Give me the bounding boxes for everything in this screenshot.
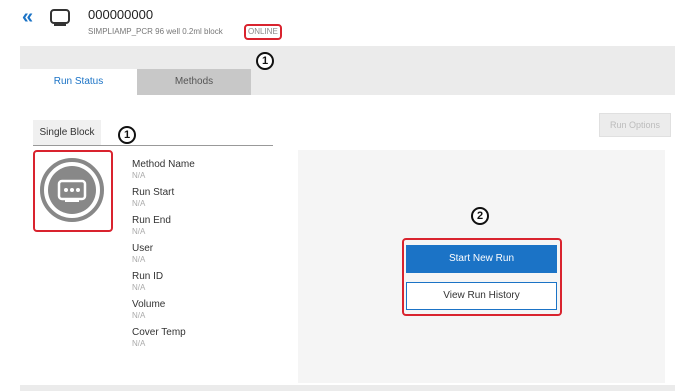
tab-bar: Run Status Methods xyxy=(20,69,675,95)
block-status-box[interactable] xyxy=(33,150,113,232)
info-value: N/A xyxy=(132,199,146,208)
info-label: Run Start xyxy=(132,187,175,198)
info-value: N/A xyxy=(132,255,146,264)
view-run-history-button[interactable]: View Run History xyxy=(406,282,557,310)
app-header: « 000000000 SIMPLIAMP_PCR 96 well 0.2ml … xyxy=(0,0,675,46)
callout-marker: 1 xyxy=(256,52,274,70)
device-name: 000000000 xyxy=(88,7,154,22)
info-label: Run ID xyxy=(132,271,164,282)
run-info-cover-temp: Cover Temp N/A xyxy=(132,327,282,349)
start-new-run-button[interactable]: Start New Run xyxy=(406,245,557,273)
thermal-block-icon xyxy=(40,158,104,222)
run-info-id: Run ID N/A xyxy=(132,271,282,293)
info-value: N/A xyxy=(132,283,146,292)
tab-run-status[interactable]: Run Status xyxy=(20,69,137,95)
run-info-user: User N/A xyxy=(132,243,282,265)
block-tab-single[interactable]: Single Block xyxy=(33,120,101,145)
callout-marker: 1 xyxy=(118,126,136,144)
info-label: Volume xyxy=(132,299,166,310)
info-label: Cover Temp xyxy=(132,327,186,338)
info-value: N/A xyxy=(132,311,146,320)
info-label: Run End xyxy=(132,215,171,226)
info-value: N/A xyxy=(132,339,146,348)
run-info-method: Method Name N/A xyxy=(132,159,282,181)
device-icon xyxy=(50,9,70,26)
block-divider xyxy=(33,145,273,146)
callout-marker: 2 xyxy=(471,207,489,225)
info-value: N/A xyxy=(132,227,146,236)
info-label: User xyxy=(132,243,154,254)
info-label: Method Name xyxy=(132,159,195,170)
double-chevron-left-icon[interactable]: « xyxy=(22,6,33,29)
run-info-start: Run Start N/A xyxy=(132,187,282,209)
run-info-end: Run End N/A xyxy=(132,215,282,237)
run-info-list: Method Name N/A Run Start N/A Run End N/… xyxy=(132,159,282,355)
run-options-button[interactable]: Run Options xyxy=(599,113,671,137)
tab-methods[interactable]: Methods xyxy=(137,69,251,95)
status-badge: ONLINE xyxy=(244,24,282,40)
info-value: N/A xyxy=(132,171,146,180)
device-subtitle: SIMPLIAMP_PCR 96 well 0.2ml block xyxy=(88,27,223,36)
run-info-volume: Volume N/A xyxy=(132,299,282,321)
